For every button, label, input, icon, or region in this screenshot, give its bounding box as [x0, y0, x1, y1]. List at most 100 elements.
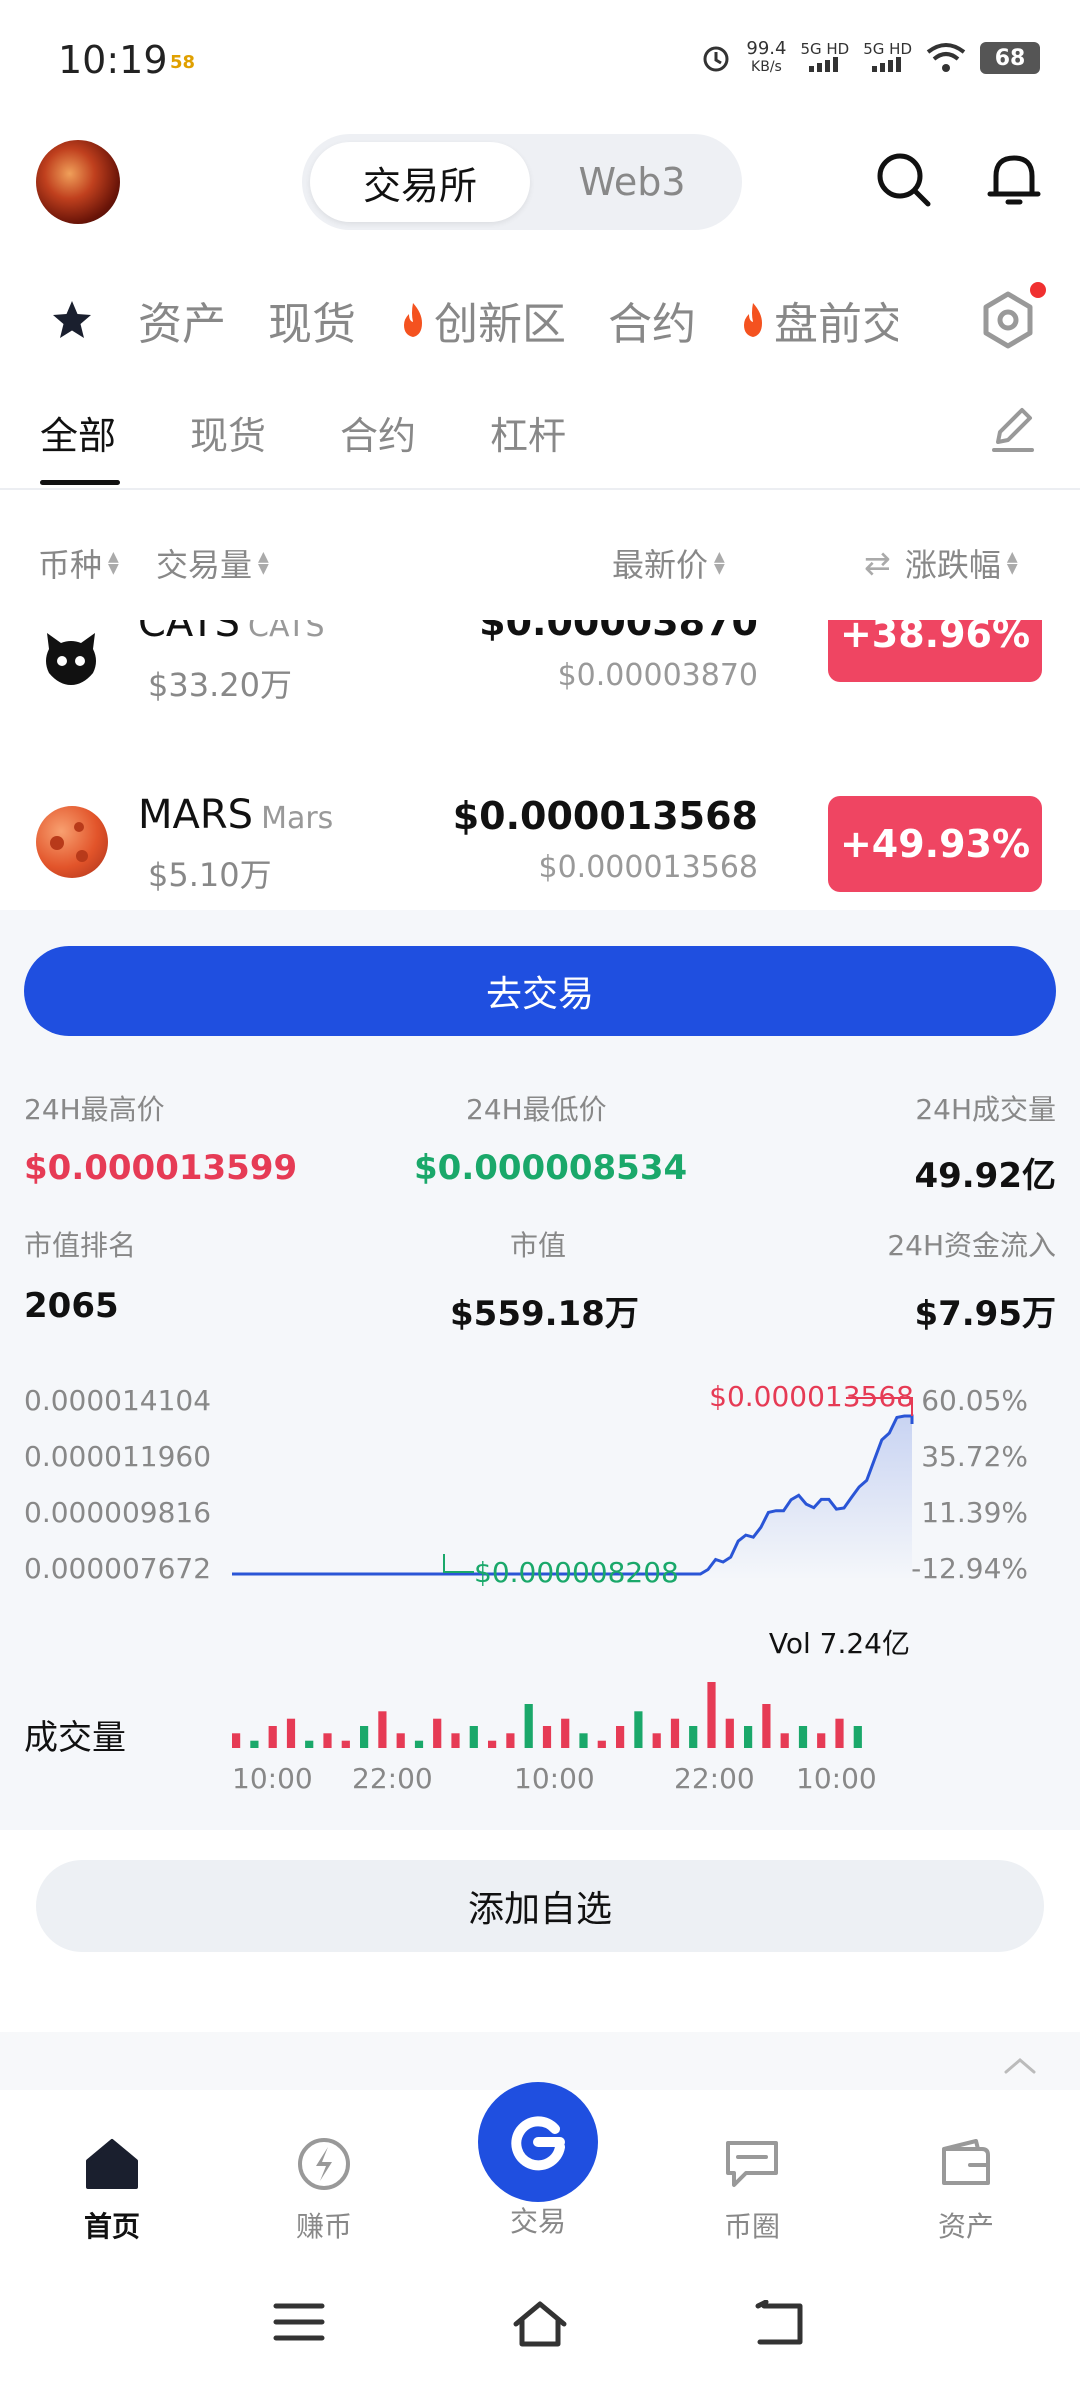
volume-bar: [341, 1740, 350, 1748]
category-futures[interactable]: 合约: [608, 288, 696, 352]
cats-logo: [36, 624, 106, 694]
stat-label: 24H最高价: [24, 1093, 165, 1126]
volume-bar: [835, 1718, 844, 1748]
coin-title: CATS CATS: [138, 620, 325, 646]
coin-name: CATS: [248, 620, 325, 644]
wallet-icon: [942, 2139, 990, 2185]
tab-exchange[interactable]: 交易所: [310, 142, 530, 222]
chevron-up-icon[interactable]: [1000, 2050, 1040, 2080]
price-chart[interactable]: $0.000013568 $0.000008208: [0, 1370, 1080, 1710]
divider: [0, 488, 1080, 490]
cat-face-icon: [46, 633, 96, 685]
volume-bar: [232, 1733, 241, 1748]
swap-icon: ⇄: [864, 544, 891, 582]
column-volume-label: 交易量: [156, 546, 253, 584]
volume-bar: [780, 1733, 789, 1748]
high-price-label: $0.000013568: [709, 1380, 914, 1413]
subtab-futures[interactable]: 合约: [340, 405, 416, 460]
category-premarket[interactable]: 盘前交: [738, 288, 898, 352]
sort-icon: ▲ ▼: [258, 549, 269, 577]
low-leader-line: [443, 1554, 474, 1573]
signal-2: 5G HD: [863, 42, 912, 74]
volume-bar: [451, 1733, 460, 1748]
add-favorite-button[interactable]: 添加自选: [36, 1860, 1044, 1952]
trade-fab-button[interactable]: [478, 2082, 598, 2202]
nav-community[interactable]: 币圈: [682, 2135, 822, 2245]
column-volume[interactable]: 交易量 ▲ ▼: [156, 540, 269, 586]
nav-trade[interactable]: 交易: [468, 2200, 608, 2240]
coin-title: MARS Mars: [138, 792, 333, 838]
volume-bar: [561, 1718, 570, 1748]
go-trade-button[interactable]: 去交易: [24, 946, 1056, 1036]
coin-name: Mars: [261, 801, 334, 836]
volume-bar: [305, 1740, 314, 1748]
subtab-margin[interactable]: 杠杆: [490, 405, 566, 460]
stat-value: 49.92亿: [914, 1156, 1056, 1196]
list-item[interactable]: CATS CATS $33.20万 $0.00003870 $0.00003870…: [0, 620, 1080, 740]
column-price-label: 最新价: [612, 546, 709, 584]
volume-bar: [670, 1718, 680, 1748]
volume-bar: [652, 1733, 661, 1748]
exchange-web3-switch[interactable]: 交易所 Web3: [302, 134, 742, 230]
coin-price: $0.00003870: [479, 620, 758, 644]
net-speed-value: 99.4: [746, 38, 787, 59]
star-icon[interactable]: [50, 298, 94, 342]
volume-bar: [506, 1733, 515, 1748]
category-assets[interactable]: 资产: [138, 288, 226, 352]
stat-label: 24H成交量: [915, 1093, 1056, 1126]
signal-icon: [808, 57, 838, 72]
column-change[interactable]: ⇄ 涨跌幅 ▲ ▼: [864, 540, 1018, 586]
volume-bar: [707, 1682, 716, 1748]
change-badge[interactable]: +49.93%: [828, 796, 1042, 892]
crater: [74, 822, 84, 832]
subtab-spot[interactable]: 现货: [190, 405, 266, 460]
volume-bar: [433, 1718, 442, 1748]
volume-bar: [469, 1726, 478, 1748]
nav-earn[interactable]: 赚币: [254, 2135, 394, 2245]
list-item[interactable]: MARS Mars $5.10万 $0.000013568 $0.00001356…: [0, 750, 1080, 910]
low-price-label: $0.000008208: [474, 1556, 679, 1589]
change-badge[interactable]: +38.96%: [828, 620, 1042, 682]
sort-icon: ▲ ▼: [714, 549, 725, 577]
x-axis-label: 10:00: [232, 1762, 313, 1795]
x-axis-label: 22:00: [352, 1762, 433, 1795]
volume-bar: [616, 1726, 625, 1748]
alarm-icon: [703, 46, 729, 72]
avatar[interactable]: [36, 140, 120, 224]
mars-logo: [36, 806, 108, 878]
tab-web3[interactable]: Web3: [530, 142, 734, 222]
coin-price-usd: $0.00003870: [557, 658, 758, 693]
signal-icon: [871, 57, 901, 72]
edit-icon[interactable]: [988, 404, 1038, 454]
stat-label: 市值: [510, 1229, 567, 1262]
volume-bar: [378, 1711, 387, 1748]
bell-icon[interactable]: [982, 148, 1046, 212]
net-speed-unit: KB/s: [751, 59, 782, 75]
search-icon[interactable]: [872, 148, 936, 212]
column-coin[interactable]: 币种 ▲ ▼: [38, 540, 119, 586]
category-row: 资产 现货 创新区 合约 盘前交: [50, 285, 940, 355]
category-spot[interactable]: 现货: [268, 288, 356, 352]
column-price[interactable]: 最新价 ▲ ▼: [612, 540, 725, 586]
stat-value: 2065: [24, 1286, 119, 1326]
menu-icon[interactable]: [272, 2300, 326, 2344]
fire-icon: [744, 303, 762, 337]
volume-bar: [853, 1726, 862, 1748]
settings-hex-icon[interactable]: [978, 290, 1038, 350]
volume-bar: [579, 1733, 588, 1748]
status-app-badge: 58: [170, 52, 196, 73]
nav-assets-label: 资产: [937, 2210, 994, 2243]
stat-value: $559.18万: [450, 1294, 639, 1334]
stat-label: 24H最低价: [466, 1093, 607, 1126]
system-home-icon[interactable]: [510, 2300, 570, 2348]
nav-home[interactable]: 首页: [42, 2135, 182, 2245]
back-icon[interactable]: [754, 2300, 808, 2348]
nav-assets[interactable]: 资产: [896, 2135, 1036, 2245]
volume-bar: [542, 1726, 552, 1748]
volume-bar: [268, 1726, 277, 1748]
category-innovation[interactable]: 创新区: [398, 288, 566, 352]
volume-bar: [323, 1733, 332, 1748]
subtab-all[interactable]: 全部: [40, 405, 116, 460]
volume-bar: [762, 1704, 771, 1748]
volume-bar: [524, 1704, 533, 1748]
